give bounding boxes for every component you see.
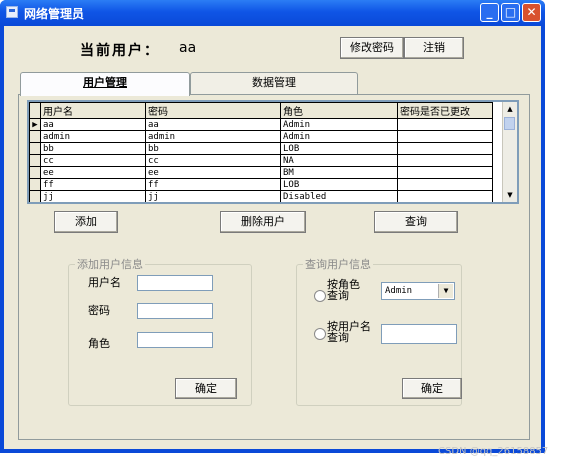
change-password-button[interactable]: 修改密码 (340, 37, 404, 59)
cell-role[interactable]: Admin (280, 118, 398, 131)
cell-password-changed[interactable] (397, 142, 493, 155)
row-header (29, 166, 41, 179)
cell-username[interactable]: ff (40, 178, 146, 191)
query-by-role-label-line2: 查询 (327, 289, 349, 302)
table-row[interactable]: bb bb LOB (29, 142, 493, 155)
cell-username[interactable]: aa (40, 118, 146, 131)
title-bar[interactable]: 网络管理员 _ □ ✕ (0, 0, 545, 26)
cell-password-changed[interactable] (397, 190, 493, 202)
logout-button[interactable]: 注销 (404, 37, 464, 59)
query-user-group-legend: 查询用户信息 (305, 258, 371, 271)
row-header (29, 154, 41, 167)
cell-username[interactable]: cc (40, 154, 146, 167)
row-header (29, 130, 41, 143)
app-icon (6, 6, 18, 18)
minimize-icon[interactable]: _ (480, 3, 499, 22)
add-password-field[interactable] (137, 303, 213, 319)
column-header-password-changed[interactable]: 密码是否已更改 (397, 102, 493, 119)
query-by-role-radio[interactable] (314, 290, 326, 302)
query-by-username-label[interactable]: 按用户名 查询 (327, 321, 371, 343)
row-header (29, 190, 41, 202)
cell-role[interactable]: Admin (280, 130, 398, 143)
add-username-label: 用户名 (88, 276, 121, 289)
grid-vertical-scrollbar[interactable]: ▲ ▼ (502, 102, 517, 202)
scroll-thumb[interactable] (504, 117, 515, 130)
table-row[interactable]: ff ff LOB (29, 178, 493, 191)
cell-username[interactable]: admin (40, 130, 146, 143)
query-by-role-label[interactable]: 按角色 查询 (327, 279, 360, 301)
cell-role[interactable]: LOB (280, 178, 398, 191)
cell-role[interactable]: NA (280, 154, 398, 167)
client-area: 当前用户： aa 修改密码 注销 用户管理 数据管理 用户名 密码 角色 密码是… (4, 26, 541, 449)
column-header-username[interactable]: 用户名 (40, 102, 146, 119)
scroll-down-arrow-icon[interactable]: ▼ (503, 188, 517, 202)
cell-password[interactable]: jj (145, 190, 281, 202)
window-title: 网络管理员 (24, 7, 85, 21)
cell-role[interactable]: BM (280, 166, 398, 179)
delete-user-button[interactable]: 删除用户 (220, 211, 306, 233)
maximize-icon[interactable]: □ (501, 3, 520, 22)
user-table: 用户名 密码 角色 密码是否已更改 ▶ aa aa Admin admin ad… (29, 102, 493, 202)
main-window: 网络管理员 _ □ ✕ 当前用户： aa 修改密码 注销 用户管理 数据管理 用… (0, 0, 545, 453)
cell-password[interactable]: bb (145, 142, 281, 155)
column-header-password[interactable]: 密码 (145, 102, 281, 119)
cell-password[interactable]: ff (145, 178, 281, 191)
confirm-query-button[interactable]: 确定 (402, 378, 462, 399)
cell-username[interactable]: ee (40, 166, 146, 179)
confirm-add-button[interactable]: 确定 (175, 378, 237, 399)
role-select-value: Admin (385, 286, 413, 296)
tab-data-management[interactable]: 数据管理 (190, 72, 358, 94)
query-username-field[interactable] (381, 324, 457, 344)
cell-password[interactable]: admin (145, 130, 281, 143)
tab-user-management[interactable]: 用户管理 (20, 72, 190, 96)
cell-username[interactable]: jj (40, 190, 146, 202)
cell-password-changed[interactable] (397, 166, 493, 179)
add-role-field[interactable] (137, 332, 213, 348)
row-header (29, 142, 41, 155)
cell-role[interactable]: Disabled (280, 190, 398, 202)
cell-password[interactable]: cc (145, 154, 281, 167)
cell-username[interactable]: bb (40, 142, 146, 155)
chevron-down-icon[interactable]: ▼ (438, 284, 453, 298)
add-username-field[interactable] (137, 275, 213, 291)
column-header-role[interactable]: 角色 (280, 102, 398, 119)
user-grid[interactable]: 用户名 密码 角色 密码是否已更改 ▶ aa aa Admin admin ad… (27, 100, 519, 204)
current-row-indicator-icon: ▶ (29, 118, 41, 131)
row-header-corner (29, 102, 41, 119)
current-user-value: aa (179, 40, 197, 56)
current-user-label: 当前用户： (80, 43, 160, 59)
cell-password-changed[interactable] (397, 130, 493, 143)
cell-password-changed[interactable] (397, 118, 493, 131)
cell-role[interactable]: LOB (280, 142, 398, 155)
close-icon[interactable]: ✕ (522, 3, 541, 22)
table-row[interactable]: cc cc NA (29, 154, 493, 167)
add-role-label: 角色 (88, 337, 110, 350)
watermark: CSDN @qq_26158857 (438, 446, 549, 457)
scroll-up-arrow-icon[interactable]: ▲ (503, 102, 517, 116)
query-by-username-label-line2: 查询 (327, 331, 349, 344)
cell-password[interactable]: aa (145, 118, 281, 131)
tab-user-management-label: 用户管理 (83, 76, 127, 89)
add-user-group-legend: 添加用户信息 (77, 258, 143, 271)
add-button[interactable]: 添加 (54, 211, 118, 233)
cell-password-changed[interactable] (397, 154, 493, 167)
grid-header-row: 用户名 密码 角色 密码是否已更改 (29, 102, 493, 119)
cell-password[interactable]: ee (145, 166, 281, 179)
table-row[interactable]: admin admin Admin (29, 130, 493, 143)
query-by-username-radio[interactable] (314, 328, 326, 340)
table-row[interactable]: jj jj Disabled (29, 190, 493, 202)
add-password-label: 密码 (88, 304, 110, 317)
query-button[interactable]: 查询 (374, 211, 458, 233)
cell-password-changed[interactable] (397, 178, 493, 191)
table-row[interactable]: ee ee BM (29, 166, 493, 179)
role-select[interactable]: Admin ▼ (381, 282, 455, 300)
row-header (29, 178, 41, 191)
table-row[interactable]: ▶ aa aa Admin (29, 118, 493, 131)
